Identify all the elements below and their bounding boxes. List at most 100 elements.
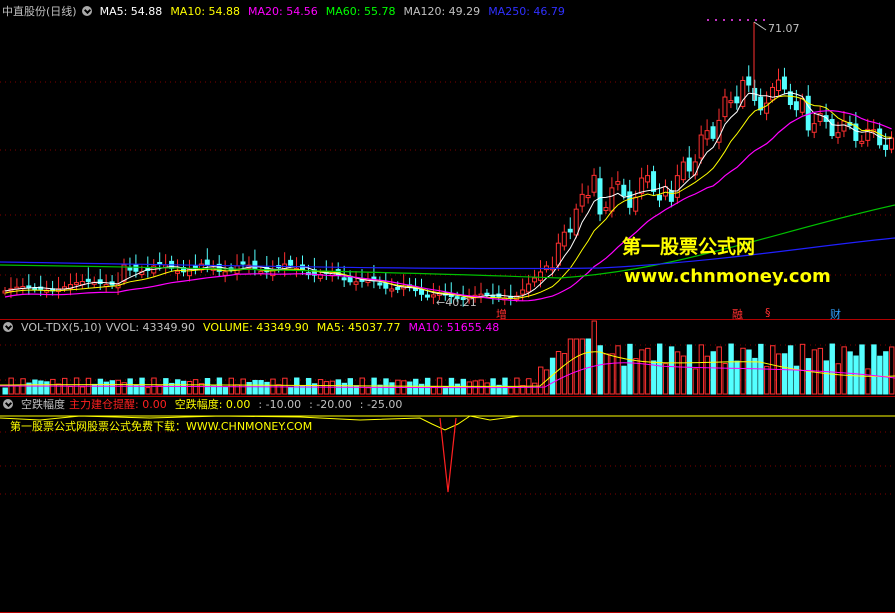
volume-bar xyxy=(44,381,50,395)
candle-body xyxy=(561,231,567,247)
ma-value: MA120: 49.29 xyxy=(403,5,481,18)
volume-bar xyxy=(776,353,782,395)
volume-bar xyxy=(186,381,193,395)
candle-body xyxy=(395,286,401,290)
candle-body xyxy=(222,271,228,276)
ma-value: MA5: 54.88 xyxy=(99,5,163,18)
volume-bar xyxy=(692,368,699,395)
candle-body xyxy=(829,118,835,137)
volume-bar xyxy=(674,351,681,395)
candle-body xyxy=(389,288,395,292)
candle-body xyxy=(889,137,895,150)
volume-bar xyxy=(50,378,56,395)
watermark-url: www.chnmoney.com xyxy=(624,266,831,287)
volume-bar xyxy=(680,355,687,395)
indicator-title[interactable]: 空跌幅度 xyxy=(21,398,65,411)
volume-bar xyxy=(109,380,115,395)
volume-bar xyxy=(645,347,651,395)
candle-body xyxy=(770,86,776,101)
indicator-value: : -10.00 xyxy=(258,398,302,411)
volume-bar xyxy=(478,379,484,395)
volume-bar xyxy=(615,345,621,395)
marker-section[interactable]: § xyxy=(765,306,771,319)
marker-cai[interactable]: 财 xyxy=(830,306,841,322)
candle-body xyxy=(728,100,734,104)
signal-dot xyxy=(747,19,749,21)
candle-body xyxy=(175,270,181,274)
volume-bar xyxy=(454,383,461,395)
volume-bar xyxy=(157,385,163,395)
volume-bar xyxy=(210,385,217,395)
volume-bar xyxy=(115,379,121,395)
volume-bar xyxy=(538,366,544,395)
volume-value: MA10: 51655.48 xyxy=(408,321,500,334)
candle-body xyxy=(204,259,210,266)
candle-body xyxy=(609,187,615,212)
candle-body xyxy=(573,208,579,236)
volume-panel-header: VOL-TDX(5,10) VVOL: 43349.90 VOLUME: 43349… xyxy=(2,320,515,336)
candle-body xyxy=(430,294,436,298)
volume-bar xyxy=(662,363,669,395)
volume-bar xyxy=(865,368,871,395)
settings-circle-icon[interactable] xyxy=(3,322,13,332)
candle-body xyxy=(419,289,424,295)
stock-title[interactable]: 中直股份(日线) xyxy=(2,5,77,18)
volume-value: MA5: 45037.77 xyxy=(316,321,401,334)
volume-bar xyxy=(877,355,883,395)
candle-body xyxy=(585,195,591,199)
candle-body xyxy=(776,79,781,92)
volume-bar xyxy=(859,344,865,395)
ma-value: MA10: 54.88 xyxy=(170,5,241,18)
candle-body xyxy=(353,281,359,285)
volume-bar xyxy=(770,345,776,395)
candle-body xyxy=(734,96,740,104)
candle-body xyxy=(621,184,627,197)
candle-body xyxy=(288,259,294,266)
volume-bar xyxy=(79,386,86,395)
volume-bar xyxy=(341,382,348,395)
volume-bar xyxy=(555,351,562,395)
candle-body xyxy=(591,174,597,193)
volume-bar xyxy=(627,343,633,395)
ma250-line xyxy=(0,237,895,270)
signal-dot xyxy=(755,19,757,21)
volume-bar xyxy=(276,384,282,395)
volume-bar xyxy=(246,381,252,395)
volume-bar xyxy=(805,358,812,395)
candle-body xyxy=(538,271,543,281)
marker-rong[interactable]: 融 xyxy=(732,306,743,322)
candle-body xyxy=(704,130,710,140)
volume-bar xyxy=(883,351,889,395)
signal-dot xyxy=(707,19,709,21)
volume-bar xyxy=(853,355,859,395)
watermark-title: 第一股票公式网 xyxy=(622,236,756,258)
indicator-note: 第一股票公式网股票公式免费下载：WWW.CHNMONEY.COM xyxy=(10,420,313,433)
candle-body xyxy=(805,95,811,131)
volume-bar xyxy=(389,382,395,395)
candle-body xyxy=(883,144,889,150)
marker-zeng[interactable]: 增 xyxy=(496,306,507,322)
volume-bar xyxy=(639,349,645,395)
volume-bar xyxy=(288,386,294,395)
settings-circle-icon[interactable] xyxy=(81,6,92,16)
volume-bar xyxy=(651,360,657,395)
candle-body xyxy=(258,270,264,274)
candle-body xyxy=(793,101,799,111)
candle-body xyxy=(674,175,680,198)
settings-circle-icon[interactable] xyxy=(3,399,13,409)
volume-bar xyxy=(38,380,44,395)
candle-body xyxy=(597,178,603,215)
candle-body xyxy=(240,261,246,265)
candle-body xyxy=(633,196,639,212)
candle-body xyxy=(639,177,645,194)
high-price-label: 71.07 xyxy=(768,22,800,35)
high-pointer xyxy=(753,21,767,31)
candle-body xyxy=(781,76,787,90)
candle-body xyxy=(133,264,139,272)
indicator-values: 主力建仓提醒: 0.00 空跌幅度: 0.00: -10.00: -20.00: … xyxy=(69,398,410,411)
volume-bar xyxy=(222,386,229,395)
candle-body xyxy=(555,242,561,266)
candle-body xyxy=(645,175,651,183)
volume-title[interactable]: VOL-TDX(5,10) xyxy=(21,321,102,334)
candle-body xyxy=(657,194,662,201)
